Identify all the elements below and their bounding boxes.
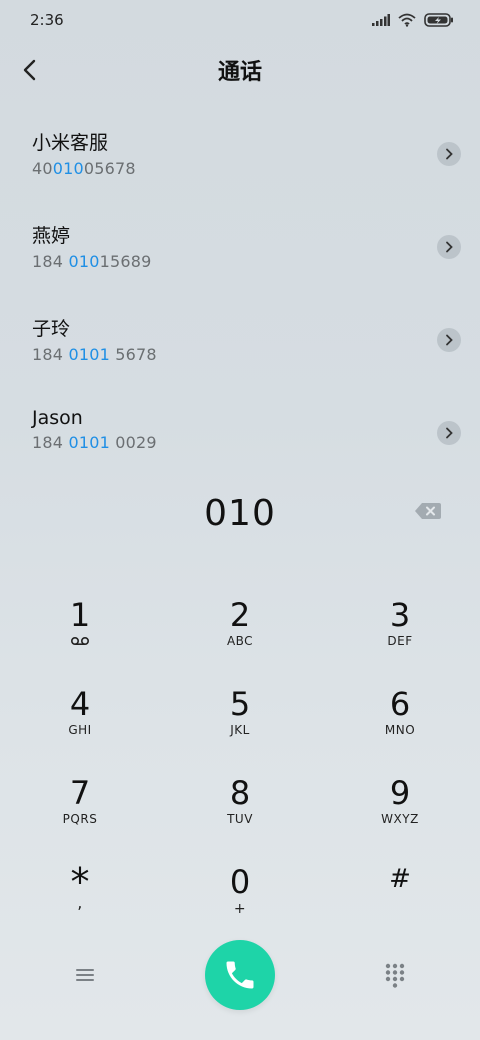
key-7[interactable]: 7 PQRS: [0, 768, 160, 857]
call-button[interactable]: [205, 940, 275, 1010]
key-digit: 8: [229, 774, 251, 812]
key-0[interactable]: 0 +: [160, 857, 320, 946]
dialpad-icon: [385, 963, 405, 988]
contact-details-button[interactable]: [437, 235, 461, 259]
contact-item[interactable]: 小米客服 4001005678: [0, 116, 480, 209]
number-suffix: 5678: [109, 345, 157, 364]
key-star[interactable]: * ,: [0, 857, 160, 946]
voicemail-icon: [70, 636, 90, 646]
contact-number: 184 0101 5678: [32, 345, 480, 364]
page-title: 通话: [217, 60, 262, 85]
contact-name: Jason: [32, 407, 83, 429]
key-digit: 9: [389, 774, 411, 812]
contact-details-button[interactable]: [437, 142, 461, 166]
status-icons: [372, 13, 454, 27]
contact-item[interactable]: Jason 184 0101 0029: [0, 395, 480, 488]
menu-button[interactable]: [72, 964, 98, 986]
number-match: 0101: [68, 433, 110, 452]
key-2[interactable]: 2 ABC: [160, 590, 320, 679]
backspace-icon: [415, 503, 441, 519]
number-suffix: 05678: [83, 159, 136, 178]
number-prefix: 40: [32, 159, 53, 178]
contact-details-button[interactable]: [437, 421, 461, 445]
key-1[interactable]: 1: [0, 590, 160, 679]
key-5[interactable]: 5 JKL: [160, 679, 320, 768]
back-chevron-icon: [23, 59, 36, 81]
key-4[interactable]: 4 GHI: [0, 679, 160, 768]
signal-icon: [372, 14, 390, 26]
dialpad-toggle-button[interactable]: [384, 962, 406, 988]
chevron-right-icon: [446, 148, 453, 160]
key-9[interactable]: 9 WXYZ: [320, 768, 480, 857]
key-digit: 4: [69, 685, 91, 723]
phone-icon: [226, 961, 254, 989]
contact-name: 燕婷: [32, 225, 71, 247]
key-letters: TUV: [227, 812, 253, 826]
status-time: 2:36: [30, 11, 64, 29]
key-digit: 0: [229, 863, 251, 901]
title-bar: 通话: [0, 48, 480, 92]
chevron-right-icon: [446, 241, 453, 253]
contact-name: 小米客服: [32, 132, 109, 154]
chevron-right-icon: [446, 427, 453, 439]
contact-item[interactable]: 燕婷 184 01015689: [0, 209, 480, 302]
key-digit: 2: [229, 596, 251, 634]
contact-number: 184 0101 0029: [32, 433, 480, 452]
chevron-right-icon: [446, 334, 453, 346]
back-button[interactable]: [12, 52, 48, 88]
key-letters: ABC: [226, 634, 254, 648]
key-letters: ,: [77, 893, 83, 912]
key-letters: +: [233, 901, 247, 917]
key-digit: 7: [69, 774, 91, 812]
key-letters: PQRS: [62, 812, 98, 826]
number-match: 010: [68, 252, 100, 271]
menu-icon: [76, 969, 94, 981]
number-suffix: 15689: [99, 252, 152, 271]
contact-number: 184 01015689: [32, 252, 480, 271]
battery-charging-icon: [424, 13, 453, 27]
dialed-number: 010: [204, 492, 276, 534]
key-letters: GHI: [68, 723, 92, 737]
status-bar: 2:36: [0, 0, 480, 40]
key-6[interactable]: 6 MNO: [320, 679, 480, 768]
key-8[interactable]: 8 TUV: [160, 768, 320, 857]
key-letters: MNO: [384, 723, 416, 737]
key-letters: JKL: [230, 723, 250, 737]
dialpad: 1 2 ABC 3 DEF 4 GHI 5 JKL 6 MNO 7 PQRS 8…: [0, 590, 480, 946]
number-match: 0101: [68, 345, 110, 364]
key-digit: #: [389, 864, 411, 894]
key-digit: 5: [229, 685, 251, 723]
contact-item[interactable]: 子玲 184 0101 5678: [0, 302, 480, 395]
bottom-action-bar: [0, 938, 480, 1014]
number-prefix: 184: [32, 433, 69, 452]
backspace-button[interactable]: [414, 501, 442, 521]
number-prefix: 184: [32, 252, 69, 271]
contact-number: 4001005678: [32, 159, 480, 178]
contact-details-button[interactable]: [437, 328, 461, 352]
key-3[interactable]: 3 DEF: [320, 590, 480, 679]
number-suffix: 0029: [109, 433, 157, 452]
number-match: 010: [52, 159, 84, 178]
key-letters: WXYZ: [381, 812, 419, 826]
key-digit: 1: [69, 596, 91, 634]
wifi-icon: [398, 13, 416, 27]
key-digit: 6: [389, 685, 411, 723]
contact-name: 子玲: [32, 318, 71, 340]
number-prefix: 184: [32, 345, 69, 364]
key-hash[interactable]: #: [320, 857, 480, 946]
dial-input-display[interactable]: 010: [0, 486, 480, 540]
key-digit: 3: [389, 596, 411, 634]
key-letters: DEF: [387, 634, 413, 648]
